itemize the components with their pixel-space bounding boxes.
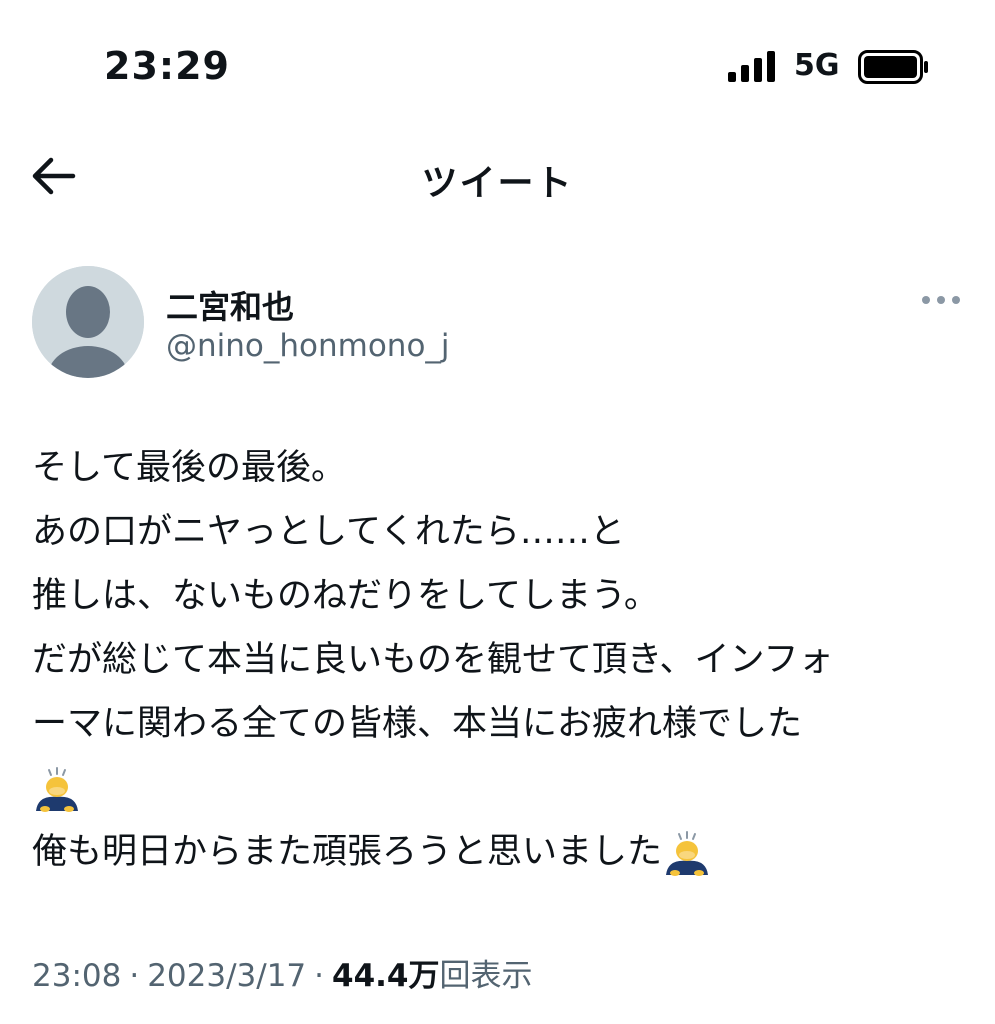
arrow-left-icon: [29, 156, 77, 200]
battery-icon: [858, 50, 930, 84]
person-bowing-icon: [32, 763, 82, 815]
network-label: 5G: [794, 48, 840, 83]
tweet-time[interactable]: 23:08: [32, 958, 121, 994]
status-bar: 23:29 5G: [0, 0, 995, 130]
signal-bars-icon: [728, 50, 776, 82]
meta-separator: ·: [314, 958, 325, 994]
meta-separator: ·: [129, 958, 140, 994]
avatar[interactable]: [32, 266, 144, 378]
tweet-line: だが総じて本当に良いものを観せて頂き、インフォ: [32, 640, 834, 680]
tweet-line: 俺も明日からまた頑張ろうと思いました: [32, 820, 972, 884]
tweet-line: そして最後の最後。: [32, 448, 346, 488]
tweet-date[interactable]: 2023/3/17: [147, 958, 306, 994]
more-dots-icon: [921, 290, 961, 309]
tweet-line-text: 俺も明日からまた頑張ろうと思いました: [32, 832, 663, 872]
tweet-text: そして最後の最後。 あの口がニヤっとしてくれたら……と 推しは、ないものねだりを…: [32, 436, 972, 884]
tweet-line: ーマに関わる全ての皆様、本当にお疲れ様でした: [32, 704, 803, 744]
author-handle[interactable]: @nino_honmono_j: [166, 328, 450, 364]
tweet-line-emoji: [32, 756, 972, 820]
view-count[interactable]: 44.4万: [332, 958, 440, 994]
more-options-button[interactable]: [918, 284, 964, 314]
tweet-line: あの口がニヤっとしてくれたら……と: [32, 512, 625, 552]
tweet-line: 推しは、ないものねだりをしてしまう。: [32, 576, 659, 616]
status-time: 23:29: [104, 44, 230, 88]
back-button[interactable]: [22, 150, 84, 206]
author-display-name[interactable]: 二宮和也: [166, 282, 294, 328]
view-label: 回表示: [439, 958, 533, 994]
tweet-header: 二宮和也 @nino_honmono_j: [0, 262, 995, 382]
nav-bar: ツイート: [0, 140, 995, 216]
tweet-meta: 23:08 · 2023/3/17 · 44.4万回表示: [32, 950, 533, 995]
page-title: ツイート: [421, 163, 574, 204]
person-bowing-icon: [662, 827, 712, 879]
default-avatar-icon: [32, 266, 144, 378]
